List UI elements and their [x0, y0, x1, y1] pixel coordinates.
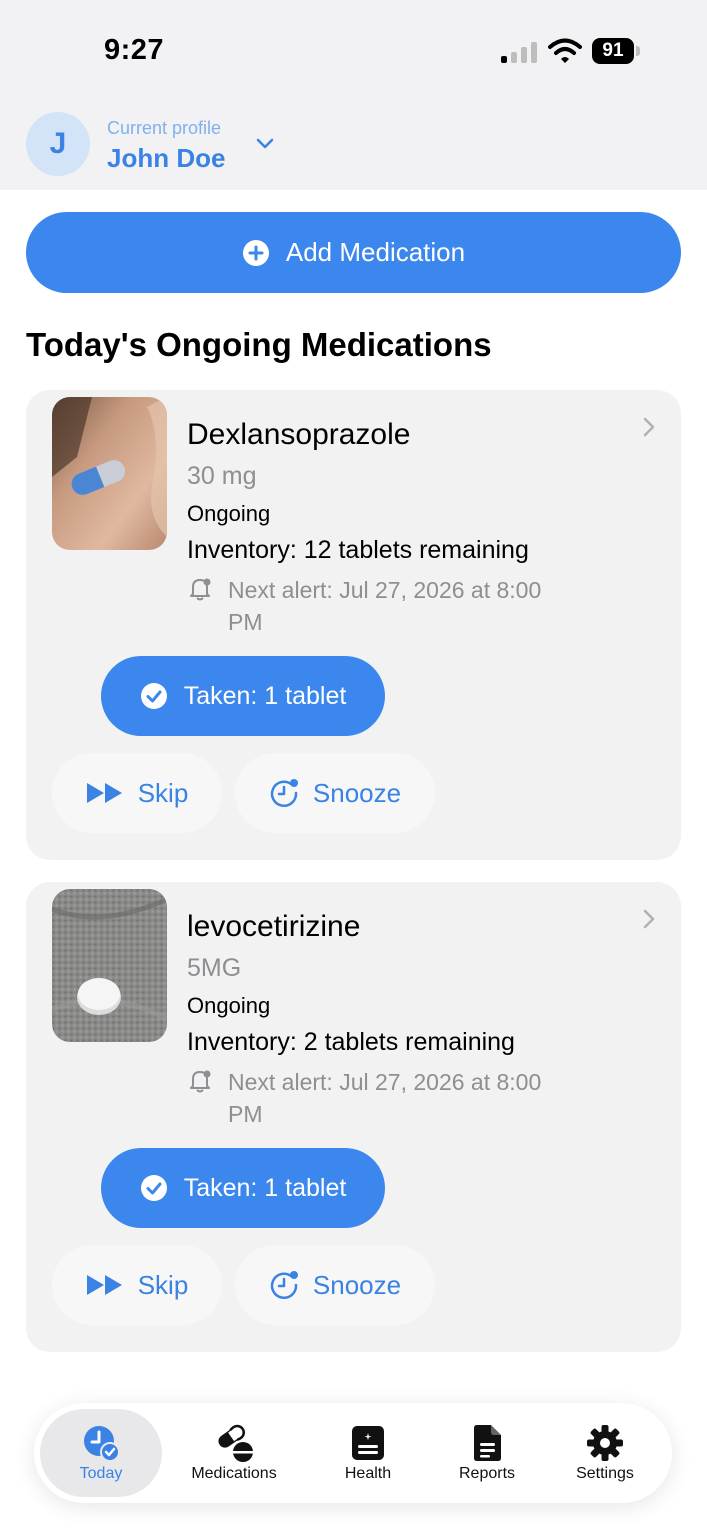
tab-bar: Today Medications Health Reports Setting… — [34, 1403, 672, 1503]
medication-status: Ongoing — [187, 993, 271, 1018]
tab-label: Today — [79, 1465, 123, 1482]
fast-forward-icon — [86, 1275, 122, 1295]
chevron-right-icon[interactable] — [643, 417, 655, 437]
skip-button[interactable]: Skip — [52, 1245, 222, 1325]
tab-label: Settings — [576, 1465, 634, 1482]
tab-label: Medications — [191, 1465, 277, 1482]
pills-icon — [218, 1424, 253, 1462]
profile-name: John Doe — [107, 143, 226, 173]
profile-caption: Current profile — [107, 118, 222, 138]
document-icon — [474, 1425, 501, 1461]
health-record-icon — [352, 1426, 384, 1460]
check-circle-icon — [140, 683, 167, 709]
add-medication-label: Add Medication — [285, 237, 466, 267]
gear-icon — [587, 1425, 623, 1461]
bell-icon — [190, 1070, 211, 1093]
fast-forward-icon — [86, 783, 122, 803]
taken-button[interactable]: Taken: 1 tablet — [101, 656, 385, 736]
medication-status: Ongoing — [187, 501, 271, 526]
plus-circle-icon — [242, 239, 269, 266]
medication-photo — [52, 397, 167, 550]
tab-health[interactable]: Health — [312, 1409, 424, 1497]
add-medication-button[interactable]: Add Medication — [26, 212, 681, 293]
medication-photo — [52, 889, 167, 1042]
snooze-button[interactable]: Snooze — [235, 1245, 435, 1325]
tab-settings[interactable]: Settings — [550, 1409, 660, 1497]
skip-label: Skip — [137, 777, 189, 808]
skip-label: Skip — [137, 1269, 189, 1300]
snooze-label: Snooze — [312, 777, 402, 808]
medication-dose: 30 mg — [187, 462, 257, 490]
section-title: Today's Ongoing Medications — [26, 326, 492, 363]
snooze-clock-icon — [270, 779, 298, 808]
next-alert: Next alert: Jul 27, 2026 at 8:00 PM — [228, 1069, 542, 1127]
medication-card[interactable]: levocetirizine 5MG Ongoing Inventory: 2 … — [26, 882, 681, 1352]
battery-icon: 91 — [592, 38, 640, 64]
taken-label: Taken: 1 tablet — [183, 1173, 347, 1202]
tab-today[interactable]: Today — [40, 1409, 162, 1497]
tab-reports[interactable]: Reports — [432, 1409, 542, 1497]
tab-medications[interactable]: Medications — [176, 1409, 292, 1497]
chevron-right-icon[interactable] — [643, 909, 655, 929]
profile-switcher[interactable]: J Current profile John Doe — [26, 112, 286, 178]
check-circle-icon — [140, 1175, 167, 1201]
avatar: J — [26, 112, 90, 176]
tab-label: Health — [344, 1465, 392, 1482]
medication-name: levocetirizine — [187, 910, 361, 943]
chevron-down-icon[interactable] — [254, 136, 276, 152]
battery-level: 91 — [592, 38, 634, 64]
snooze-label: Snooze — [312, 1269, 402, 1300]
taken-button[interactable]: Taken: 1 tablet — [101, 1148, 385, 1228]
medication-card[interactable]: Dexlansoprazole 30 mg Ongoing Inventory:… — [26, 390, 681, 860]
snooze-button[interactable]: Snooze — [235, 753, 435, 833]
skip-button[interactable]: Skip — [52, 753, 222, 833]
clock-check-icon — [84, 1426, 120, 1462]
snooze-clock-icon — [270, 1271, 298, 1300]
medication-inventory: Inventory: 12 tablets remaining — [187, 536, 529, 564]
status-bar: 9:27 91 — [0, 0, 707, 100]
bell-icon — [190, 578, 211, 601]
medication-inventory: Inventory: 2 tablets remaining — [187, 1028, 515, 1056]
medication-dose: 5MG — [187, 954, 242, 982]
next-alert: Next alert: Jul 27, 2026 at 8:00 PM — [228, 577, 542, 635]
taken-label: Taken: 1 tablet — [183, 681, 347, 710]
wifi-icon — [548, 38, 582, 63]
cellular-signal-icon — [501, 41, 537, 63]
tab-label: Reports — [458, 1465, 516, 1482]
medication-name: Dexlansoprazole — [187, 418, 411, 451]
status-time: 9:27 — [104, 34, 165, 66]
